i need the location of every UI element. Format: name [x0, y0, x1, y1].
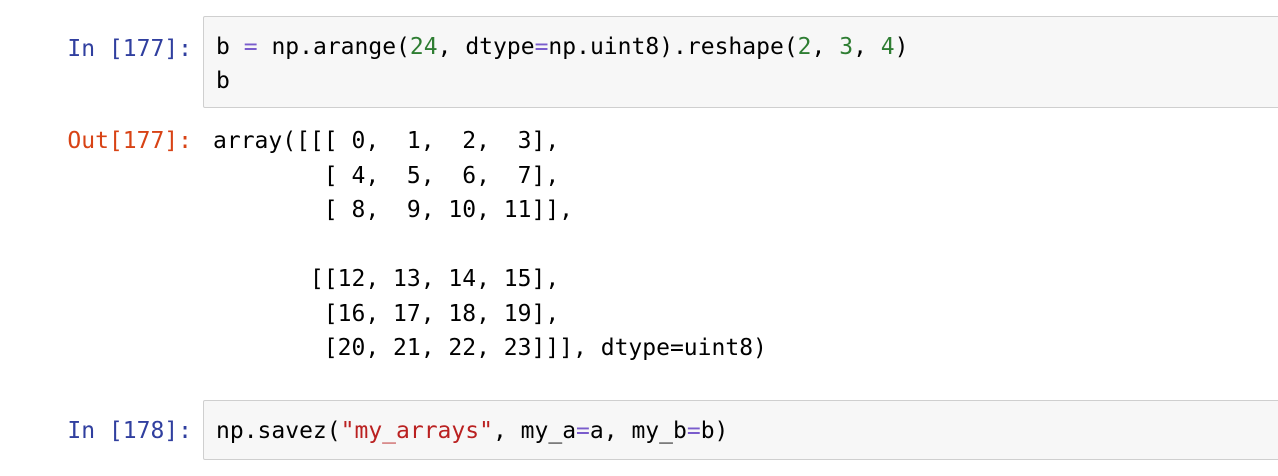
code-token-var: b — [216, 34, 230, 60]
code-editor-178[interactable]: np.savez("my_arrays", my_a=a, my_b=b) — [204, 414, 1278, 448]
code-token-kw: , dtype — [437, 34, 535, 60]
code-token-arg: b) — [700, 418, 729, 444]
code-token-number: 4 — [880, 34, 895, 60]
input-prompt-178: In [178]: — [67, 418, 192, 444]
code-token-operator: = — [576, 418, 590, 444]
input-prompt-177: In [177]: — [67, 36, 192, 62]
code-token-call: np.arange( — [271, 34, 410, 60]
code-token-sep: , — [811, 34, 840, 60]
code-token-operator: = — [243, 34, 258, 60]
code-token-sep: , — [853, 34, 881, 60]
code-token-operator: = — [686, 418, 701, 444]
output-area-177: array([[[ 0, 1, 2, 3], [ 4, 5, 6, 7], [ … — [203, 124, 767, 366]
code-token-operator: = — [534, 34, 549, 60]
code-token-var: b — [216, 68, 230, 94]
code-token-arg: a, my_b — [589, 418, 687, 444]
code-token-call: np.savez( — [216, 418, 341, 444]
code-cell-178[interactable]: np.savez("my_arrays", my_a=a, my_b=b) — [203, 400, 1278, 460]
code-token-call: np.uint8).reshape( — [548, 34, 798, 60]
code-token-number: 2 — [797, 34, 812, 60]
code-token-close: ) — [894, 34, 909, 60]
output-text-177: array([[[ 0, 1, 2, 3], [ 4, 5, 6, 7], [ … — [213, 128, 767, 361]
code-token-arg: , my_a — [492, 418, 577, 444]
code-token-number: 3 — [839, 34, 854, 60]
code-editor-177[interactable]: b = np.arange(24, dtype=np.uint8).reshap… — [204, 30, 1278, 98]
output-prompt-177: Out[177]: — [67, 128, 192, 154]
code-token-number: 24 — [409, 34, 438, 60]
code-cell-177[interactable]: b = np.arange(24, dtype=np.uint8).reshap… — [203, 16, 1278, 108]
code-token-string: "my_arrays" — [340, 418, 493, 444]
